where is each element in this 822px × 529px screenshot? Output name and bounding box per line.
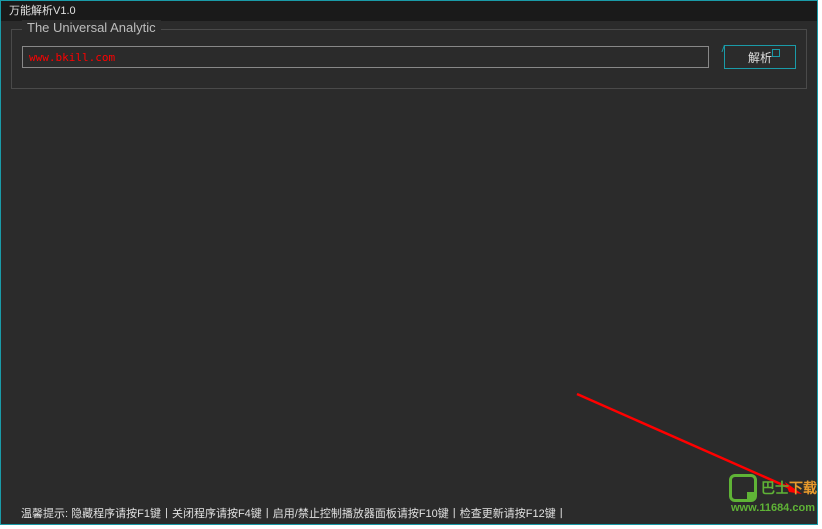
status-text: 温馨提示: 隐藏程序请按F1键丨关闭程序请按F4键丨启用/禁止控制播放器面板请按…: [21, 508, 567, 520]
input-row: 解析: [22, 45, 796, 69]
app-window: 万能解析V1.0 The Universal Analytic 解析 温馨提示:…: [0, 0, 818, 525]
brand-part2: 下载: [789, 480, 817, 496]
watermark-logo: 巴士下载: [729, 474, 817, 502]
analytic-group: The Universal Analytic 解析: [11, 29, 807, 89]
parse-button[interactable]: 解析: [724, 45, 796, 69]
brand-part1: 巴士: [761, 480, 789, 496]
main-content: The Universal Analytic 解析: [1, 21, 817, 97]
group-label: The Universal Analytic: [22, 20, 161, 35]
watermark: 巴士下载 www.11684.com: [729, 474, 817, 514]
url-input[interactable]: [22, 46, 709, 68]
logo-icon: [729, 474, 757, 502]
status-bar: 温馨提示: 隐藏程序请按F1键丨关闭程序请按F4键丨启用/禁止控制播放器面板请按…: [1, 504, 817, 524]
title-bar: 万能解析V1.0: [1, 1, 817, 21]
window-title: 万能解析V1.0: [9, 5, 76, 17]
watermark-url: www.11684.com: [731, 502, 815, 514]
logo-text: 巴士下载: [761, 478, 817, 498]
